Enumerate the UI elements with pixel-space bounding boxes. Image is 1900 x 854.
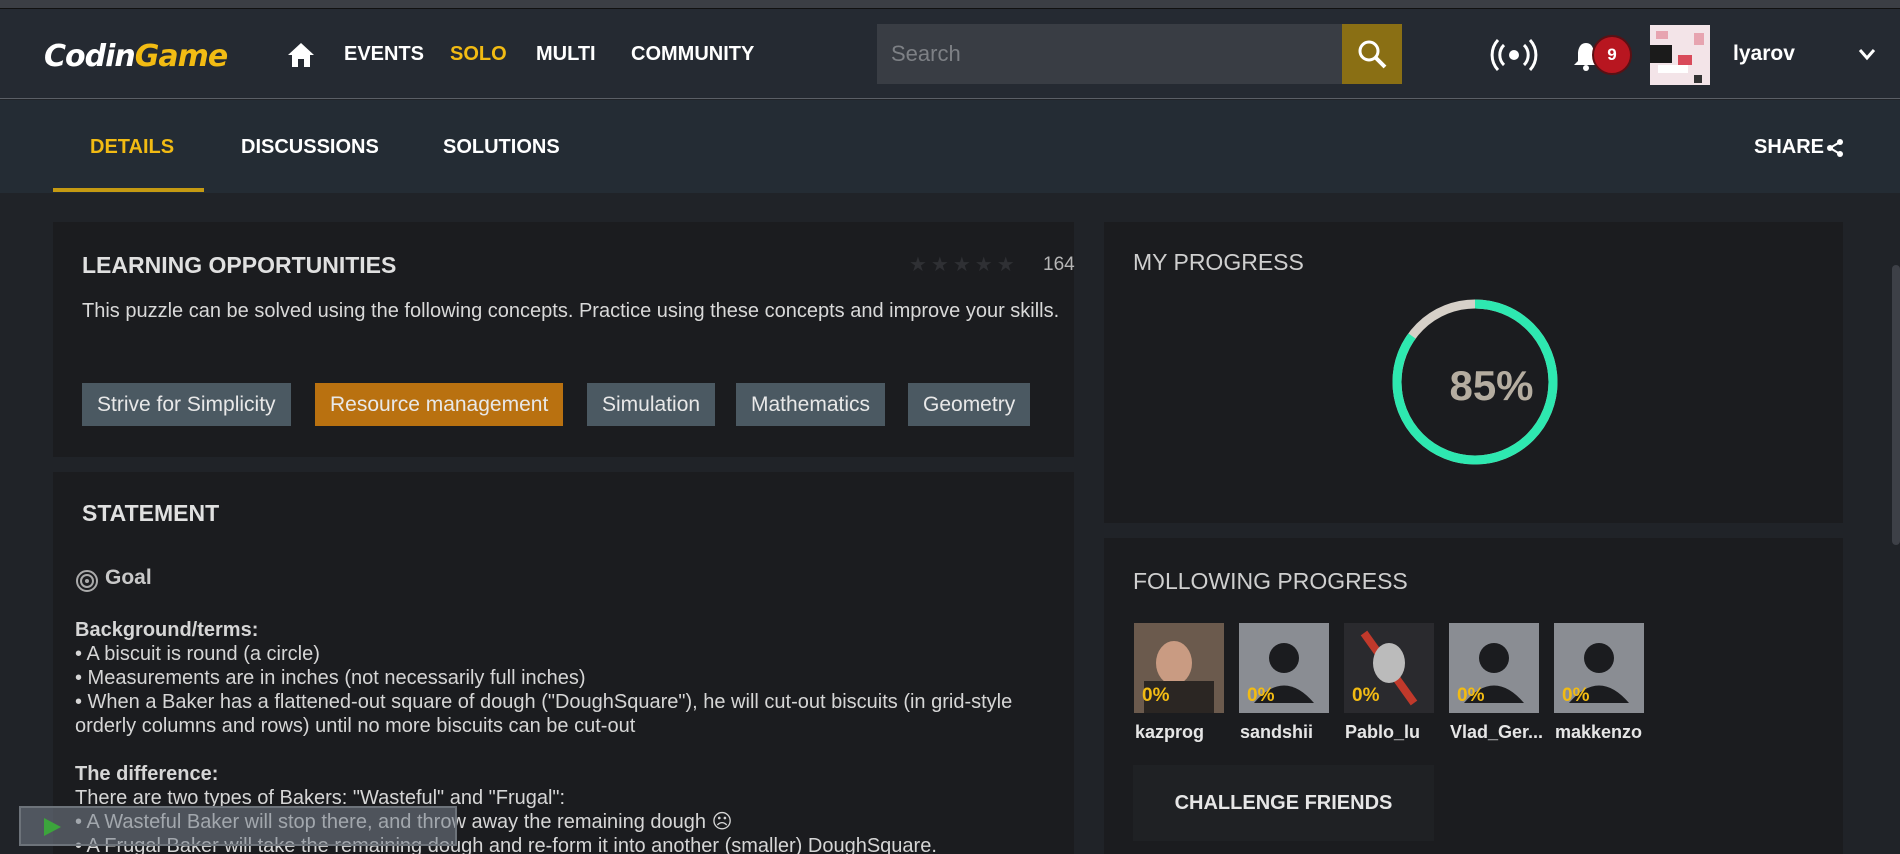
user-avatar[interactable] bbox=[1650, 25, 1710, 85]
background-item: • Measurements are in inches (not necess… bbox=[75, 667, 586, 689]
my-progress-title: MY PROGRESS bbox=[1133, 249, 1304, 275]
puzzle-tabs: DETAILS DISCUSSIONS SOLUTIONS SHARE bbox=[0, 100, 1900, 193]
tab-solutions[interactable]: SOLUTIONS bbox=[443, 136, 560, 159]
friend-avatar[interactable]: 0% bbox=[1554, 623, 1644, 713]
friend-progress: 0% bbox=[1247, 685, 1275, 706]
my-progress-panel: MY PROGRESS 85% bbox=[1104, 222, 1843, 523]
broadcast-icon[interactable] bbox=[1490, 39, 1538, 71]
learning-title: LEARNING OPPORTUNITIES bbox=[82, 252, 397, 278]
rating-stars[interactable]: ★★★★★ bbox=[909, 252, 1019, 277]
following-progress-title: FOLLOWING PROGRESS bbox=[1133, 568, 1408, 594]
statement-panel: STATEMENT Goal Background/terms: • A bis… bbox=[53, 472, 1074, 854]
nav-events[interactable]: EVENTS bbox=[344, 43, 424, 66]
tag-resource-management[interactable]: Resource management bbox=[315, 383, 564, 426]
friend-progress: 0% bbox=[1352, 685, 1380, 706]
tab-details[interactable]: DETAILS bbox=[90, 136, 174, 159]
friend-name[interactable]: makkenzo bbox=[1555, 722, 1642, 743]
rating-count: 164 bbox=[1043, 254, 1075, 275]
friend-progress: 0% bbox=[1457, 685, 1485, 706]
share-icon[interactable] bbox=[1826, 138, 1844, 158]
background-item: • When a Baker has a flattened-out squar… bbox=[75, 691, 1013, 737]
share-button[interactable]: SHARE bbox=[1754, 136, 1824, 159]
statement-title: STATEMENT bbox=[82, 500, 220, 526]
play-icon[interactable] bbox=[41, 816, 63, 838]
tab-discussions[interactable]: DISCUSSIONS bbox=[241, 136, 379, 159]
friend-avatar[interactable]: 0% bbox=[1239, 623, 1329, 713]
tag-simulation[interactable]: Simulation bbox=[587, 383, 716, 426]
friend-name[interactable]: Pablo_lu bbox=[1345, 722, 1420, 743]
friend-avatar[interactable]: 0% bbox=[1449, 623, 1539, 713]
active-tab-indicator bbox=[53, 188, 204, 192]
learning-description: This puzzle can be solved using the foll… bbox=[82, 300, 1060, 322]
background-heading: Background/terms: bbox=[75, 619, 259, 641]
tag-geometry[interactable]: Geometry bbox=[908, 383, 1031, 426]
codingame-logo[interactable]: CodinGame bbox=[44, 39, 228, 74]
goal-heading: Goal bbox=[105, 566, 152, 589]
media-player-bar[interactable] bbox=[19, 806, 457, 846]
tag-mathematics[interactable]: Mathematics bbox=[736, 383, 886, 426]
friend-avatar[interactable]: 0% bbox=[1344, 623, 1434, 713]
friend-name[interactable]: kazprog bbox=[1135, 722, 1204, 743]
tag-strive-for-simplicity[interactable]: Strive for Simplicity bbox=[82, 383, 291, 426]
progress-percent: 85% bbox=[1449, 362, 1534, 409]
friend-name[interactable]: sandshii bbox=[1240, 722, 1313, 743]
search-button[interactable] bbox=[1342, 24, 1402, 84]
nav-solo[interactable]: SOLO bbox=[450, 43, 507, 66]
username[interactable]: lyarov bbox=[1733, 42, 1795, 66]
following-progress-panel: FOLLOWING PROGRESS 0% 0% 0% 0% 0% kazpro… bbox=[1104, 538, 1843, 854]
home-icon[interactable] bbox=[286, 41, 316, 69]
page-scrollbar[interactable] bbox=[1892, 265, 1900, 545]
friend-name[interactable]: Vlad_Ger... bbox=[1450, 722, 1543, 743]
learning-panel: LEARNING OPPORTUNITIES ★★★★★ 164 This pu… bbox=[53, 222, 1075, 457]
friend-avatar[interactable]: 0% bbox=[1134, 623, 1224, 713]
top-navbar: CodinGame EVENTS SOLO MULTI COMMUNITY 9 … bbox=[0, 9, 1900, 99]
background-item: • A biscuit is round (a circle) bbox=[75, 643, 320, 665]
chevron-down-icon[interactable] bbox=[1858, 47, 1876, 61]
challenge-friends-button[interactable]: CHALLENGE FRIENDS bbox=[1133, 765, 1434, 841]
search-icon bbox=[1358, 40, 1387, 69]
notification-badge[interactable]: 9 bbox=[1592, 35, 1632, 75]
friend-progress: 0% bbox=[1562, 685, 1590, 706]
difference-heading: The difference: bbox=[75, 763, 219, 785]
friend-progress: 0% bbox=[1142, 685, 1170, 706]
target-icon bbox=[76, 570, 98, 592]
nav-community[interactable]: COMMUNITY bbox=[631, 43, 754, 66]
window-top-strip bbox=[0, 0, 1900, 9]
search-input[interactable] bbox=[877, 24, 1349, 84]
nav-multi[interactable]: MULTI bbox=[536, 43, 596, 66]
